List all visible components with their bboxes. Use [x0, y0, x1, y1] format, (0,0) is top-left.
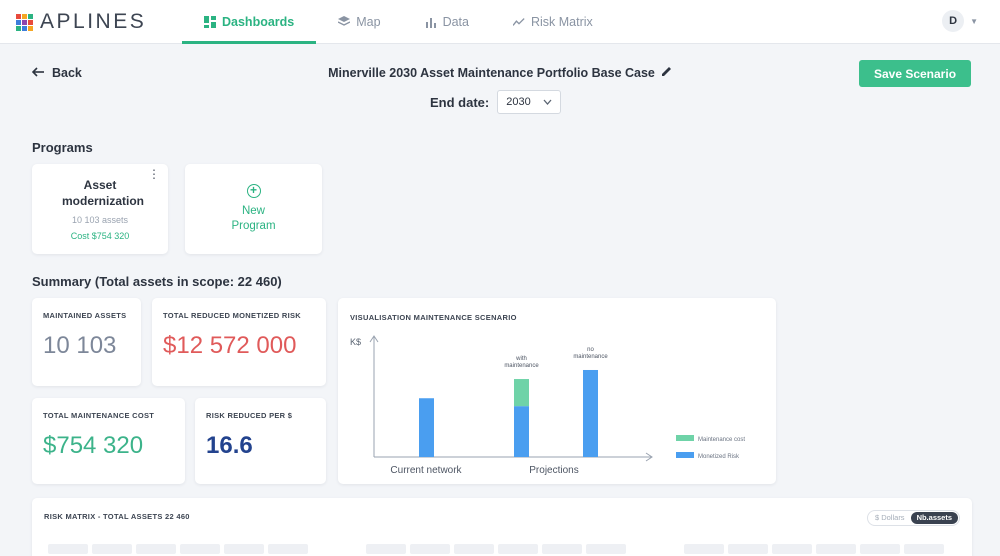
kpi-label: MAINTAINED ASSETS: [43, 311, 127, 320]
risk-matrix-card: RISK MATRIX - TOTAL ASSETS 22 460 $ Doll…: [32, 498, 972, 556]
end-date-select[interactable]: 2030: [497, 90, 562, 114]
bar-label: maintenance: [504, 363, 539, 369]
back-label: Back: [52, 66, 82, 80]
end-date-value: 2030: [506, 96, 531, 108]
user-menu[interactable]: D ▼: [942, 10, 978, 32]
bar-label: with: [515, 356, 527, 362]
tab-label: Map: [356, 15, 381, 29]
legend-label: Monetized Risk: [698, 454, 740, 460]
tab-dashboards[interactable]: Dashboards: [182, 0, 317, 44]
tab-data[interactable]: Data: [403, 0, 491, 44]
kpi-card-risk-per-dollar: RISK REDUCED PER $ 16.6: [195, 398, 326, 484]
line-chart-icon: [512, 16, 525, 28]
layers-icon: [338, 16, 351, 28]
risk-matrix-title: RISK MATRIX - TOTAL ASSETS 22 460: [44, 512, 190, 521]
tab-label: Dashboards: [222, 15, 295, 29]
toggle-nb-assets[interactable]: Nb.assets: [910, 512, 958, 524]
top-navigation-bar: APLINES Dashboards Map Data Risk Matrix: [0, 0, 1000, 44]
pencil-icon[interactable]: [661, 66, 672, 80]
logo-text: APLINES: [40, 10, 147, 33]
bar-maintenance-cost: [514, 379, 529, 407]
risk-matrix-unit-toggle[interactable]: $ Dollars Nb.assets: [866, 510, 960, 526]
more-options-icon[interactable]: ⋮: [148, 168, 160, 180]
back-button[interactable]: Back: [31, 66, 82, 80]
matrix-header-right: [684, 544, 944, 554]
save-scenario-button[interactable]: Save Scenario: [859, 60, 971, 87]
matrix-header-left: [48, 544, 308, 554]
logo-mark-icon: [16, 13, 33, 31]
app-logo[interactable]: APLINES: [16, 10, 146, 34]
program-cost: Cost $754 320: [70, 231, 130, 241]
bar-label: maintenance: [573, 354, 608, 360]
main-nav: Dashboards Map Data Risk Matrix: [182, 0, 615, 44]
summary-title: Summary (Total assets in scope: 22 460): [32, 274, 282, 289]
bar-monetized-risk: [419, 398, 434, 457]
matrix-header-middle: [366, 544, 626, 554]
end-date-label: End date:: [430, 94, 490, 110]
bar-chart-icon: [425, 16, 437, 28]
kpi-label: RISK REDUCED PER $: [206, 411, 293, 420]
kpi-value: 16.6: [206, 432, 253, 459]
new-program-button[interactable]: + New Program: [185, 164, 322, 254]
programs-title: Programs: [32, 140, 93, 155]
scenario-bar-chart: K$withmaintenancenomaintenanceCurrent ne…: [350, 335, 745, 476]
tab-label: Data: [442, 15, 469, 29]
tab-label: Risk Matrix: [530, 15, 593, 29]
x-tick-label: Projections: [529, 465, 578, 476]
kpi-value: 10 103: [43, 332, 117, 359]
legend-swatch: [676, 452, 694, 458]
tab-risk-matrix[interactable]: Risk Matrix: [491, 0, 615, 44]
program-card[interactable]: ⋮ Asset modernization 10 103 assets Cost…: [32, 164, 168, 254]
kpi-label: TOTAL MAINTENANCE COST: [43, 411, 155, 420]
toggle-dollars[interactable]: $ Dollars: [869, 512, 911, 524]
kpi-value: $12 572 000: [163, 332, 297, 359]
plus-circle-icon: +: [246, 184, 261, 198]
program-assets: 10 103 assets: [71, 215, 129, 225]
program-name: Asset modernization: [62, 178, 145, 208]
end-date-row: End date: 2030: [430, 90, 562, 114]
chevron-down-icon[interactable]: ▼: [970, 17, 978, 26]
bar-monetized-risk: [583, 369, 598, 457]
x-tick-label: Current network: [390, 465, 462, 476]
bar-label: no: [587, 347, 594, 353]
scenario-title-row: Minerville 2030 Asset Maintenance Portfo…: [260, 66, 740, 80]
kpi-label: TOTAL REDUCED MONETIZED RISK: [163, 311, 301, 320]
kpi-card-maintained-assets: MAINTAINED ASSETS 10 103: [32, 298, 141, 386]
bar-monetized-risk: [514, 406, 529, 457]
kpi-card-reduced-risk: TOTAL REDUCED MONETIZED RISK $12 572 000: [152, 298, 326, 386]
visualisation-card: VISUALISATION MAINTENANCE SCENARIO K$ wit…: [338, 298, 776, 484]
legend-label: Maintenance cost: [698, 437, 745, 443]
dashboard-icon: [204, 16, 216, 28]
y-axis-label: K$: [350, 337, 361, 347]
chevron-down-icon: [543, 96, 552, 108]
legend-swatch: [676, 435, 694, 441]
new-program-label: New Program: [231, 205, 276, 232]
arrow-left-icon: [31, 66, 44, 80]
page-title: Minerville 2030 Asset Maintenance Portfo…: [328, 66, 655, 80]
kpi-card-maintenance-cost: TOTAL MAINTENANCE COST $754 320: [32, 398, 185, 484]
kpi-value: $754 320: [43, 432, 144, 459]
tab-map[interactable]: Map: [316, 0, 402, 44]
avatar[interactable]: D: [942, 10, 965, 32]
